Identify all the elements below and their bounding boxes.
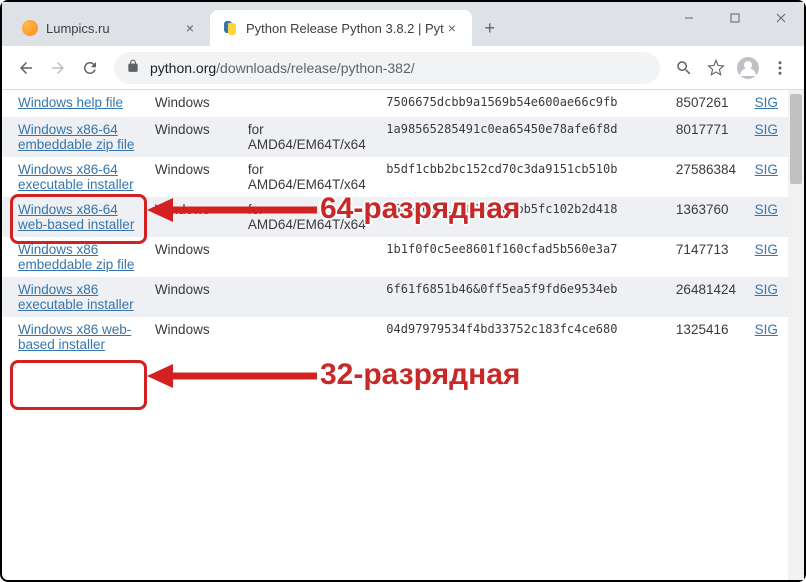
download-link[interactable]: Windows x86-64 embeddable zip file — [18, 122, 134, 152]
annotation-arrow-32 — [147, 364, 317, 388]
maximize-button[interactable] — [712, 2, 758, 34]
close-button[interactable] — [758, 2, 804, 34]
reload-button[interactable] — [74, 52, 106, 84]
download-link[interactable]: Windows x86 web-based installer — [18, 322, 131, 352]
new-tab-button[interactable]: + — [476, 14, 504, 42]
table-row: Windows x86 web-based installerWindows04… — [2, 317, 788, 357]
sig-link[interactable]: SIG — [755, 162, 778, 177]
window-controls — [666, 2, 804, 34]
sig-link[interactable]: SIG — [755, 122, 778, 137]
sig-link[interactable]: SIG — [755, 322, 778, 337]
url-path: /downloads/release/python-382/ — [216, 60, 414, 76]
sig-link[interactable]: SIG — [755, 202, 778, 217]
tab-python[interactable]: Python Release Python 3.8.2 | Pyt × — [210, 10, 472, 46]
back-button[interactable] — [10, 52, 42, 84]
sig-link[interactable]: SIG — [755, 95, 778, 110]
tab-lumpics[interactable]: Lumpics.ru × — [10, 10, 210, 46]
download-link[interactable]: Windows help file — [18, 95, 123, 110]
downloads-table: Windows help fileWindows7506675dcbb9a156… — [2, 90, 788, 357]
titlebar: Lumpics.ru × Python Release Python 3.8.2… — [2, 2, 804, 46]
table-row: Windows x86 executable installerWindows6… — [2, 277, 788, 317]
menu-icon[interactable] — [764, 52, 796, 84]
minimize-button[interactable] — [666, 2, 712, 34]
table-row: Windows x86-64 web-based installerWindow… — [2, 197, 788, 237]
scrollbar[interactable]: ▲ — [788, 90, 804, 580]
scroll-thumb[interactable] — [790, 94, 802, 184]
table-row: Windows help fileWindows7506675dcbb9a156… — [2, 90, 788, 117]
forward-button[interactable] — [42, 52, 74, 84]
python-icon — [222, 20, 238, 36]
url-domain: python.org — [150, 60, 216, 76]
profile-icon[interactable] — [732, 52, 764, 84]
table-row: Windows x86-64 executable installerWindo… — [2, 157, 788, 197]
lock-icon — [126, 59, 140, 76]
table-row: Windows x86-64 embeddable zip fileWindow… — [2, 117, 788, 157]
search-icon[interactable] — [668, 52, 700, 84]
address-bar[interactable]: python.org/downloads/release/python-382/ — [114, 52, 660, 84]
annotation-box-32 — [10, 360, 147, 410]
star-icon[interactable] — [700, 52, 732, 84]
sig-link[interactable]: SIG — [755, 242, 778, 257]
tab-title: Lumpics.ru — [46, 21, 182, 36]
download-link[interactable]: Windows x86-64 web-based installer — [18, 202, 134, 232]
toolbar: python.org/downloads/release/python-382/ — [2, 46, 804, 90]
close-icon[interactable]: × — [444, 20, 460, 36]
lumpics-icon — [22, 20, 38, 36]
tab-title: Python Release Python 3.8.2 | Pyt — [246, 21, 444, 36]
annotation-text-32: 32-разрядная — [320, 358, 520, 392]
page-content: Windows help fileWindows7506675dcbb9a156… — [2, 90, 804, 580]
sig-link[interactable]: SIG — [755, 282, 778, 297]
close-icon[interactable]: × — [182, 20, 198, 36]
download-link[interactable]: Windows x86 executable installer — [18, 282, 134, 312]
download-link[interactable]: Windows x86 embeddable zip file — [18, 242, 134, 272]
table-row: Windows x86 embeddable zip fileWindows1b… — [2, 237, 788, 277]
download-link[interactable]: Windows x86-64 executable installer — [18, 162, 134, 192]
